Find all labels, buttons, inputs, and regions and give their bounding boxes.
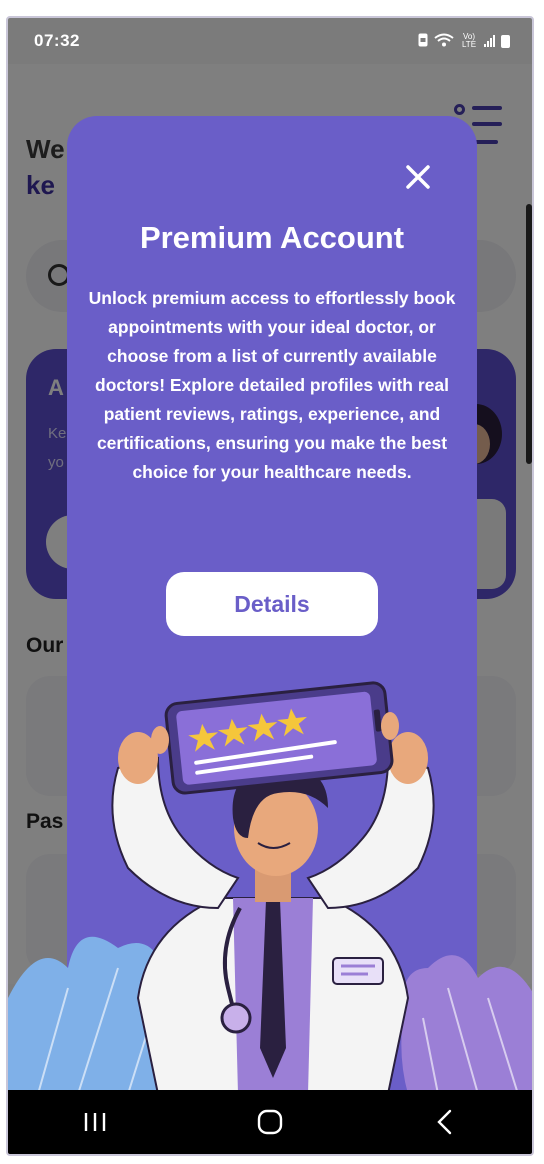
recent-apps-button[interactable] [65, 1102, 125, 1142]
status-bar: 07:32 Vo) LTE [8, 18, 532, 64]
home-icon [257, 1109, 283, 1135]
modal-title: Premium Account [139, 220, 405, 255]
wifi-icon [434, 33, 454, 50]
signal-icon [484, 35, 495, 47]
home-button[interactable] [240, 1102, 300, 1142]
back-button[interactable] [415, 1102, 475, 1142]
recent-apps-icon [85, 1113, 106, 1131]
close-button[interactable] [403, 162, 433, 192]
details-button[interactable]: Details [166, 572, 378, 636]
battery-icon [501, 34, 510, 48]
back-icon [436, 1109, 451, 1135]
status-icons: Vo) LTE [418, 33, 510, 50]
notification-icon [418, 33, 428, 50]
leaf-right-icon [401, 955, 532, 1094]
device-frame: 07:32 Vo) LTE We ke [6, 16, 534, 1156]
status-time: 07:32 [34, 31, 80, 50]
phone-icon [164, 681, 394, 795]
system-navigation-bar [8, 1090, 532, 1154]
close-icon [406, 165, 430, 189]
doctor-with-phone-illustration [8, 681, 532, 1094]
modal-description: Unlock premium access to effortlessly bo… [88, 288, 456, 482]
network-label: Vo) LTE [461, 32, 477, 49]
